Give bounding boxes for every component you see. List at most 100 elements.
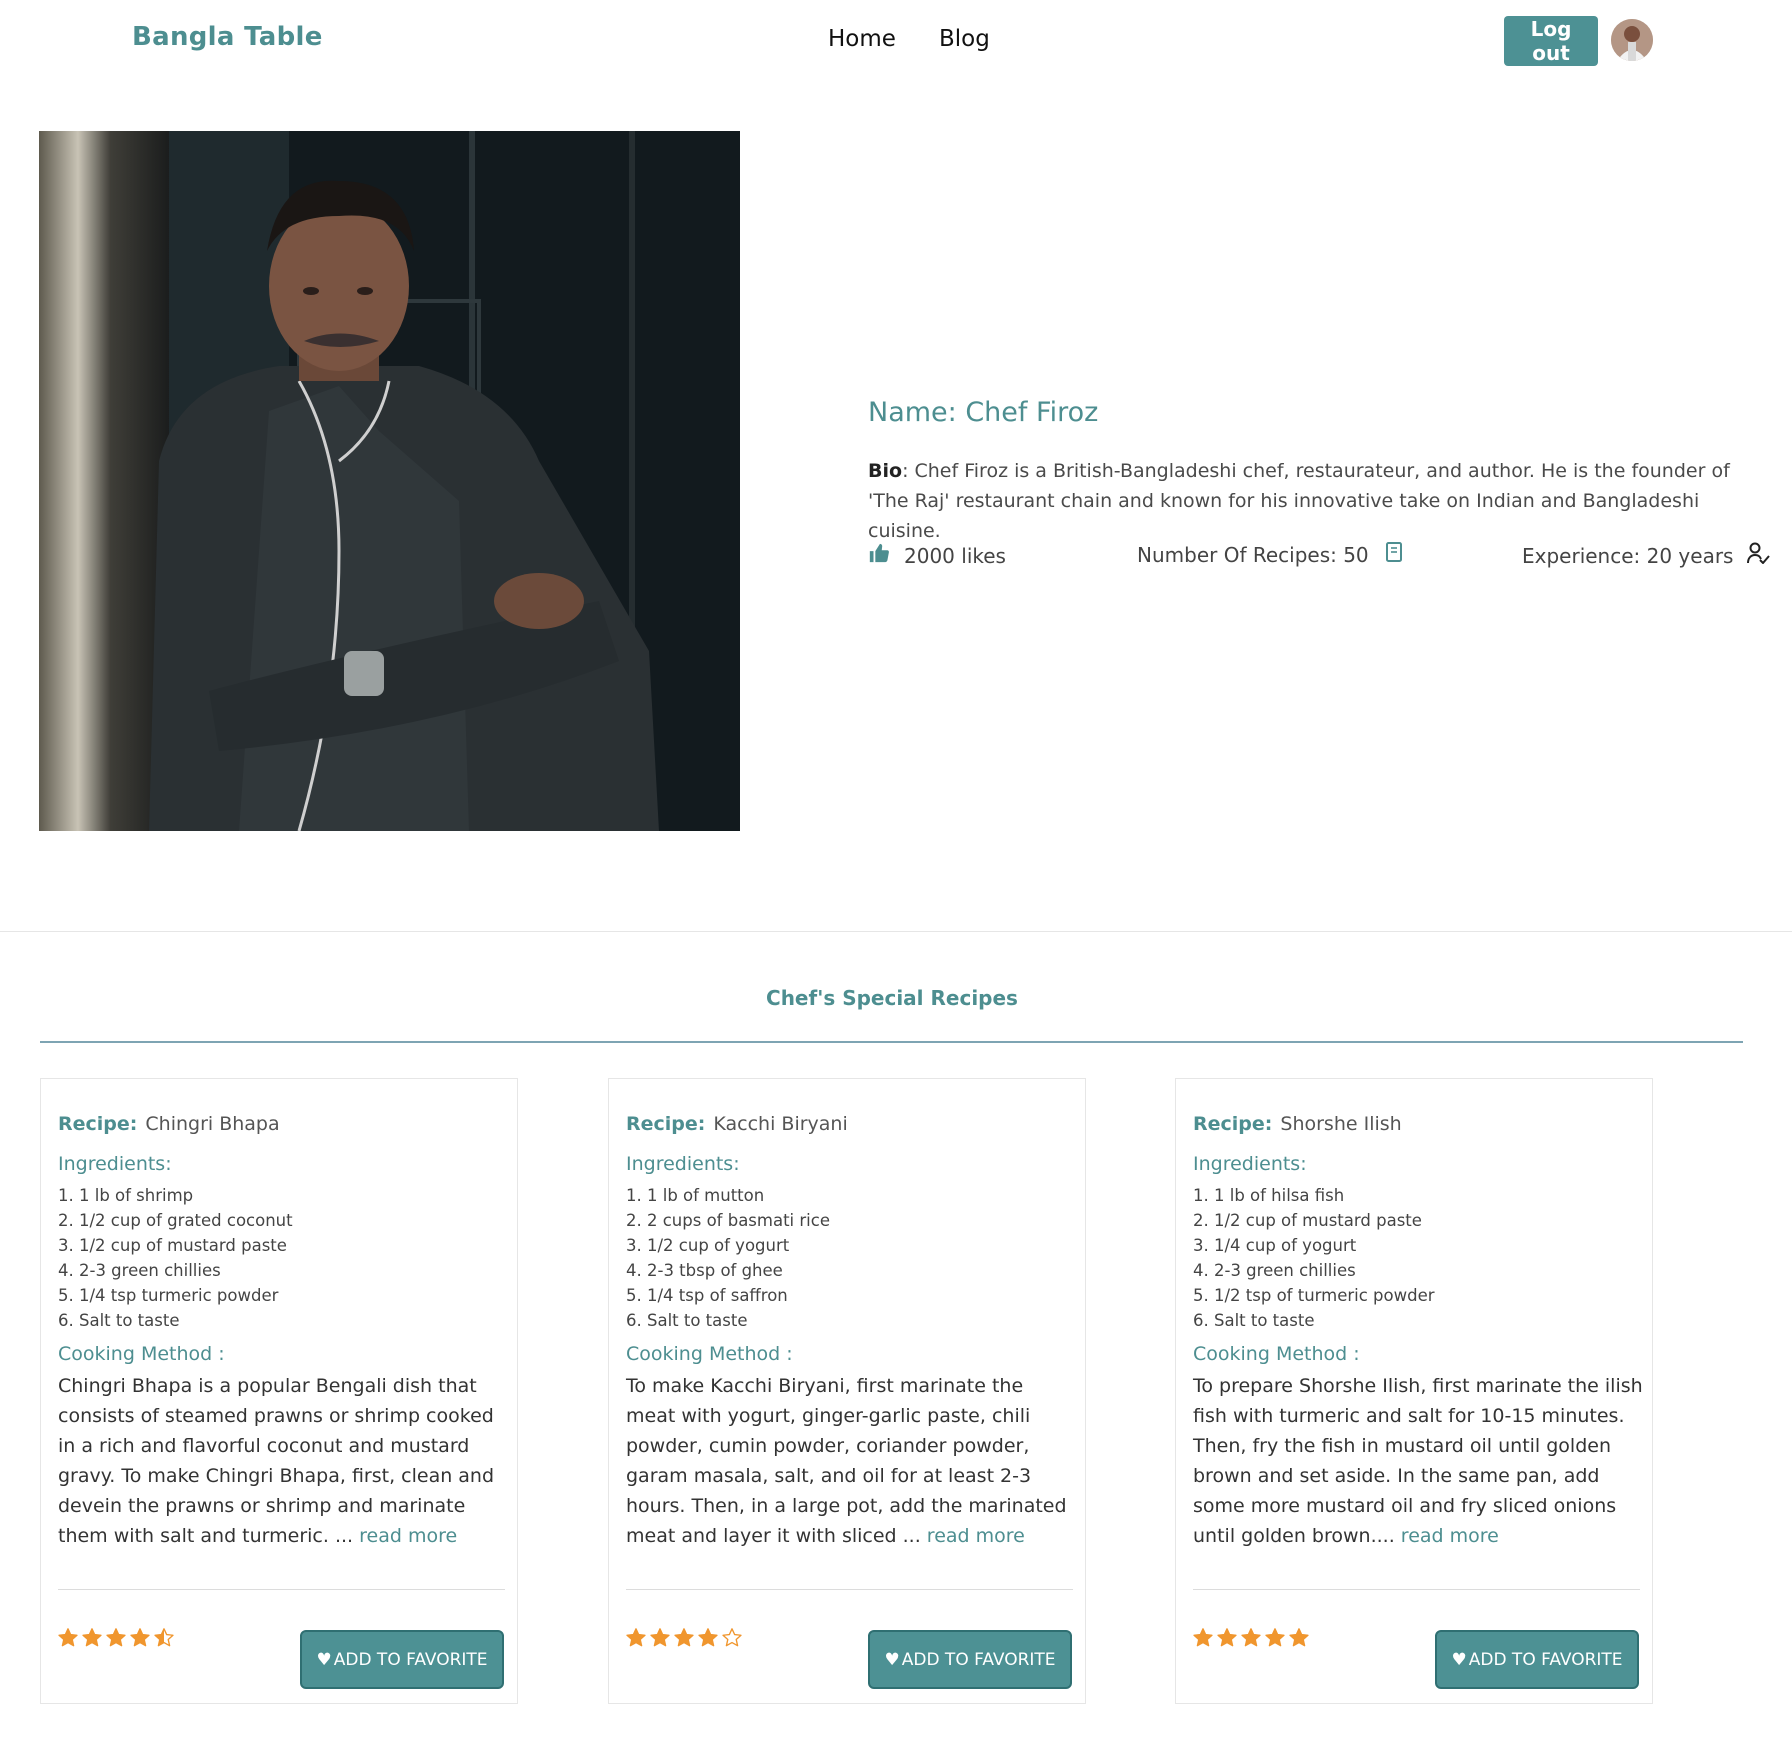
ingredient-item: 6. Salt to taste	[58, 1311, 180, 1330]
cooking-method-title: Cooking Method :	[626, 1343, 793, 1365]
ingredient-item: 3. 1/4 cup of yogurt	[1193, 1236, 1357, 1255]
heart-icon: ♥	[884, 1649, 900, 1670]
experience-text: Experience: 20 years	[1522, 543, 1734, 568]
recipe-name: Kacchi Biryani	[713, 1113, 848, 1135]
ingredient-item: 1. 1 lb of shrimp	[58, 1186, 194, 1205]
star-filled-icon	[1289, 1628, 1309, 1647]
add-to-favorite-button[interactable]: ♥ ADD TO FAVORITE	[1435, 1630, 1639, 1689]
ingredient-item: 5. 1/2 tsp of turmeric powder	[1193, 1286, 1435, 1305]
bio-label: Bio	[868, 460, 903, 482]
ingredients-list: 1. 1 lb of shrimp 2. 1/2 cup of grated c…	[58, 1183, 293, 1333]
star-filled-icon	[1193, 1628, 1213, 1647]
recipe-label: Recipe:	[58, 1113, 138, 1135]
user-check-icon	[1747, 542, 1771, 569]
heart-icon: ♥	[1451, 1649, 1467, 1670]
rating-stars	[625, 1627, 743, 1649]
recipe-heading: Recipe: Shorshe Ilish	[1193, 1113, 1402, 1135]
ingredient-item: 2. 2 cups of basmati rice	[626, 1211, 830, 1230]
star-filled-icon	[82, 1628, 102, 1647]
recipe-name: Shorshe Ilish	[1280, 1113, 1402, 1135]
ingredients-title: Ingredients:	[626, 1153, 740, 1175]
star-filled-icon	[698, 1628, 718, 1647]
star-filled-icon	[1265, 1628, 1285, 1647]
nav-home-link[interactable]: Home	[828, 26, 896, 52]
star-filled-icon	[130, 1628, 150, 1647]
star-filled-icon	[58, 1628, 78, 1647]
recipe-name: Chingri Bhapa	[145, 1113, 280, 1135]
rating-stars	[57, 1627, 175, 1649]
ingredients-list: 1. 1 lb of mutton 2. 2 cups of basmati r…	[626, 1183, 830, 1333]
ingredient-item: 4. 2-3 green chillies	[1193, 1261, 1356, 1280]
experience-stat: Experience: 20 years	[1522, 542, 1771, 569]
recipe-heading: Recipe: Chingri Bhapa	[58, 1113, 280, 1135]
read-more-link[interactable]: read more	[1401, 1525, 1499, 1547]
cooking-method-text: To prepare Shorshe Ilish, first marinate…	[1193, 1371, 1643, 1551]
logout-button[interactable]: Log out	[1504, 16, 1598, 66]
ingredient-item: 5. 1/4 tsp turmeric powder	[58, 1286, 279, 1305]
star-filled-icon	[1241, 1628, 1261, 1647]
cooking-method-text: To make Kacchi Biryani, first marinate t…	[626, 1371, 1076, 1551]
recipe-card: Recipe: Kacchi Biryani Ingredients: 1. 1 …	[608, 1078, 1086, 1704]
ingredient-item: 6. Salt to taste	[626, 1311, 748, 1330]
rating-stars	[1192, 1627, 1310, 1649]
ingredient-item: 1. 1 lb of mutton	[626, 1186, 765, 1205]
add-to-favorite-label: ADD TO FAVORITE	[333, 1649, 488, 1670]
section-title: Chef's Special Recipes	[766, 986, 1018, 1010]
ingredient-item: 4. 2-3 green chillies	[58, 1261, 221, 1280]
chef-name: Name: Chef Firoz	[868, 397, 1099, 428]
section-divider	[0, 931, 1792, 932]
chef-photo	[39, 131, 740, 831]
recipe-label: Recipe:	[626, 1113, 706, 1135]
nav-blog-link[interactable]: Blog	[939, 26, 990, 52]
thumbs-up-icon	[868, 542, 890, 569]
brand-logo[interactable]: Bangla Table	[132, 22, 323, 52]
avatar[interactable]	[1611, 19, 1653, 61]
book-icon	[1385, 542, 1403, 567]
read-more-link[interactable]: read more	[927, 1525, 1025, 1547]
ingredient-item: 3. 1/2 cup of mustard paste	[58, 1236, 287, 1255]
star-empty-icon	[722, 1628, 742, 1647]
ingredient-item: 5. 1/4 tsp of saffron	[626, 1286, 788, 1305]
likes-stat: 2000 likes	[868, 542, 1006, 569]
recipe-card: Recipe: Shorshe Ilish Ingredients: 1. 1 l…	[1175, 1078, 1653, 1704]
cooking-method-title: Cooking Method :	[1193, 1343, 1360, 1365]
recipe-label: Recipe:	[1193, 1113, 1273, 1135]
recipe-heading: Recipe: Kacchi Biryani	[626, 1113, 848, 1135]
add-to-favorite-label: ADD TO FAVORITE	[901, 1649, 1056, 1670]
star-filled-icon	[674, 1628, 694, 1647]
star-filled-icon	[106, 1628, 126, 1647]
add-to-favorite-label: ADD TO FAVORITE	[1468, 1649, 1623, 1670]
heart-icon: ♥	[316, 1649, 332, 1670]
recipes-stat: Number Of Recipes: 50	[1137, 542, 1403, 567]
card-divider	[58, 1589, 505, 1590]
chef-bio: Bio: Chef Firoz is a British-Bangladeshi…	[868, 456, 1738, 546]
card-divider	[626, 1589, 1073, 1590]
method-text: To prepare Shorshe Ilish, first marinate…	[1193, 1375, 1643, 1547]
ingredient-item: 1. 1 lb of hilsa fish	[1193, 1186, 1345, 1205]
cooking-method-title: Cooking Method :	[58, 1343, 225, 1365]
recipes-count: Number Of Recipes: 50	[1137, 542, 1369, 567]
add-to-favorite-button[interactable]: ♥ ADD TO FAVORITE	[300, 1630, 504, 1689]
ingredient-item: 3. 1/2 cup of yogurt	[626, 1236, 790, 1255]
star-filled-icon	[626, 1628, 646, 1647]
method-text: Chingri Bhapa is a popular Bengali dish …	[58, 1375, 495, 1547]
recipe-card: Recipe: Chingri Bhapa Ingredients: 1. 1 l…	[40, 1078, 518, 1704]
read-more-link[interactable]: read more	[359, 1525, 457, 1547]
card-divider	[1193, 1589, 1640, 1590]
star-filled-icon	[1217, 1628, 1237, 1647]
ingredient-item: 2. 1/2 cup of mustard paste	[1193, 1211, 1422, 1230]
ingredients-title: Ingredients:	[1193, 1153, 1307, 1175]
method-text: To make Kacchi Biryani, first marinate t…	[626, 1375, 1067, 1547]
star-half-icon	[154, 1628, 174, 1647]
bio-text: : Chef Firoz is a British-Bangladeshi ch…	[868, 460, 1730, 542]
ingredients-title: Ingredients:	[58, 1153, 172, 1175]
star-filled-icon	[650, 1628, 670, 1647]
ingredients-list: 1. 1 lb of hilsa fish 2. 1/2 cup of must…	[1193, 1183, 1435, 1333]
likes-count: 2000 likes	[904, 543, 1006, 568]
ingredient-item: 6. Salt to taste	[1193, 1311, 1315, 1330]
cooking-method-text: Chingri Bhapa is a popular Bengali dish …	[58, 1371, 508, 1551]
ingredient-item: 4. 2-3 tbsp of ghee	[626, 1261, 783, 1280]
ingredient-item: 2. 1/2 cup of grated coconut	[58, 1211, 293, 1230]
section-underline	[40, 1041, 1743, 1043]
add-to-favorite-button[interactable]: ♥ ADD TO FAVORITE	[868, 1630, 1072, 1689]
